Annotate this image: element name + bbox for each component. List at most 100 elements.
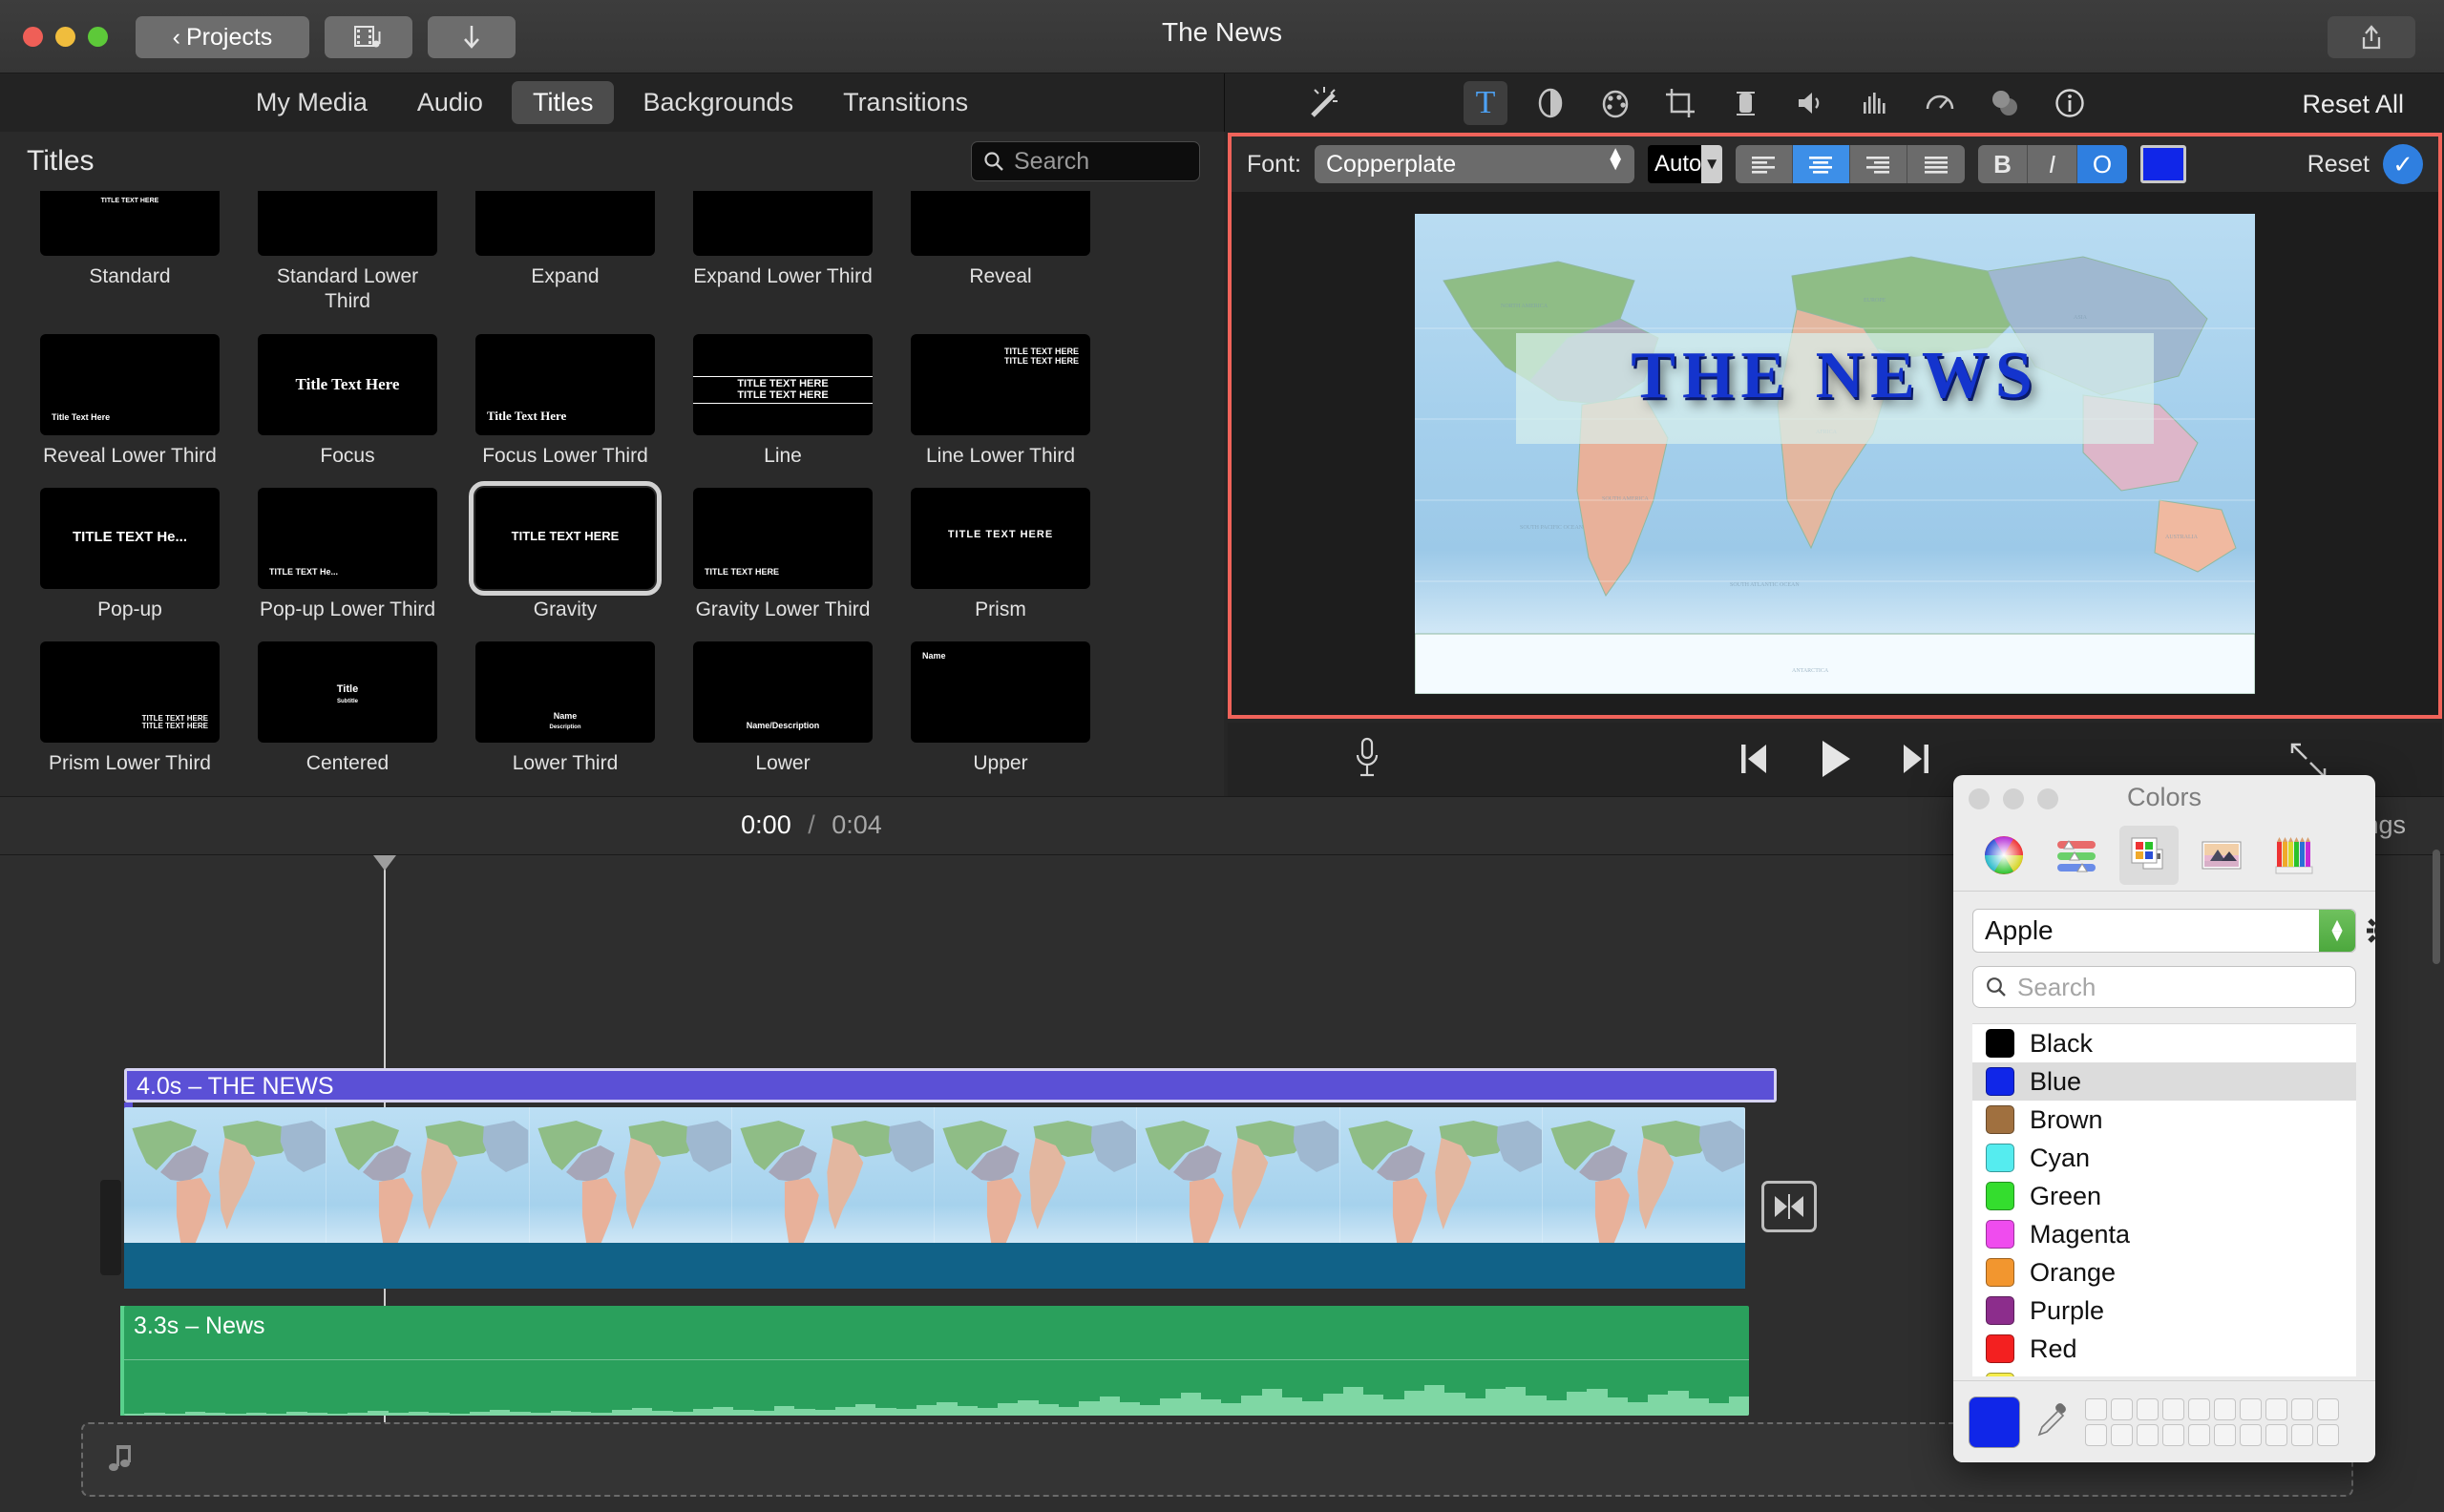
custom-swatch-slots[interactable] xyxy=(2085,1397,2339,1446)
title-thumbnail[interactable]: Title Text Here xyxy=(258,333,437,435)
align-center-button[interactable] xyxy=(1792,145,1850,183)
title-clip[interactable]: 4.0s – THE NEWS xyxy=(124,1068,1777,1102)
color-sliders-tab[interactable] xyxy=(2047,826,2106,885)
align-justify-button[interactable] xyxy=(1907,145,1965,183)
search-input[interactable]: Search xyxy=(971,141,1200,181)
title-item-popup[interactable]: TITLE TEXT He... Pop-up xyxy=(21,487,239,622)
tool-noise-reduction-button[interactable] xyxy=(1853,81,1897,125)
title-item-prism[interactable]: TITLE TEXT HERE Prism xyxy=(892,487,1109,622)
empty-swatch[interactable] xyxy=(2162,1423,2184,1446)
empty-swatch[interactable] xyxy=(2291,1397,2313,1420)
title-item-focus[interactable]: Title Text Here Focus xyxy=(239,333,456,469)
colors-panel[interactable]: Colors Apple ▲ ▼ Search Black Blue Brown… xyxy=(1953,775,2375,1462)
title-item-line[interactable]: TITLE TEXT HERE TITLE TEXT HERE Line xyxy=(674,333,892,469)
color-item-brown[interactable]: Brown xyxy=(1972,1101,2356,1139)
empty-swatch[interactable] xyxy=(2188,1397,2210,1420)
reset-all-button[interactable]: Reset All xyxy=(2302,90,2404,119)
empty-swatch[interactable] xyxy=(2265,1423,2287,1446)
color-item-purple[interactable]: Purple xyxy=(1972,1292,2356,1330)
tool-info-button[interactable] xyxy=(2048,81,2092,125)
title-thumbnail[interactable]: TITLE TEXT HERE xyxy=(40,191,220,256)
title-item-reveal-lower-third[interactable]: Title Text Here Reveal Lower Third xyxy=(21,333,239,469)
title-item-standard[interactable]: TITLE TEXT HERE Standard xyxy=(21,191,239,315)
tab-backgrounds[interactable]: Backgrounds xyxy=(622,81,814,124)
tab-my-media[interactable]: My Media xyxy=(235,81,389,124)
title-thumbnail[interactable] xyxy=(911,191,1090,256)
title-item-gravity-lower-third[interactable]: TITLE TEXT HERE Gravity Lower Third xyxy=(674,487,892,622)
empty-swatch[interactable] xyxy=(2265,1397,2287,1420)
empty-swatch[interactable] xyxy=(2137,1423,2159,1446)
italic-button[interactable]: I xyxy=(2027,145,2077,183)
empty-swatch[interactable] xyxy=(2111,1423,2133,1446)
empty-swatch[interactable] xyxy=(2162,1397,2184,1420)
tool-color-correction-button[interactable] xyxy=(1593,81,1637,125)
align-left-button[interactable] xyxy=(1735,145,1793,183)
color-item-red[interactable]: Red xyxy=(1972,1330,2356,1368)
tab-transitions[interactable]: Transitions xyxy=(822,81,989,124)
reset-button[interactable]: Reset xyxy=(2307,151,2370,178)
palette-stepper-icon[interactable]: ▲ ▼ xyxy=(2319,910,2355,952)
tool-volume-button[interactable] xyxy=(1788,81,1832,125)
video-frame[interactable]: NORTH AMERICASOUTH AMERICA EUROPEAFRICA … xyxy=(1415,213,2255,694)
empty-swatch[interactable] xyxy=(2317,1397,2339,1420)
audio-clip[interactable]: 3.3s – News xyxy=(124,1306,1749,1416)
color-palettes-tab[interactable] xyxy=(2119,826,2179,885)
palette-select[interactable]: Apple ▲ ▼ xyxy=(1972,909,2356,953)
title-thumbnail[interactable]: Title Text Here xyxy=(40,333,220,435)
tool-crop-button[interactable] xyxy=(1658,81,1702,125)
title-item-gravity[interactable]: TITLE TEXT HERE Gravity xyxy=(456,480,674,622)
title-thumbnail-selected[interactable]: TITLE TEXT HERE xyxy=(469,480,662,596)
color-item-black[interactable]: Black xyxy=(1972,1024,2356,1062)
tab-titles[interactable]: Titles xyxy=(511,81,615,124)
skip-to-start-icon[interactable] xyxy=(1738,741,1770,777)
title-thumbnail[interactable]: Name xyxy=(911,641,1090,743)
title-item-line-lower-third[interactable]: TITLE TEXT HERE TITLE TEXT HERE Line Lowe… xyxy=(892,333,1109,469)
colors-maximize-button[interactable] xyxy=(2037,788,2058,809)
color-wheel-tab[interactable] xyxy=(1974,826,2033,885)
title-thumbnail[interactable]: TITLE TEXT HERETITLE TEXT HERE xyxy=(258,191,437,256)
colors-close-button[interactable] xyxy=(1969,788,1990,809)
skip-to-end-icon[interactable] xyxy=(1900,741,1932,777)
color-item-green[interactable]: Green xyxy=(1972,1177,2356,1215)
align-right-button[interactable] xyxy=(1849,145,1907,183)
title-thumbnail[interactable]: Title Text Here xyxy=(475,333,655,435)
title-item-reveal[interactable]: Reveal xyxy=(892,191,1109,315)
tool-titles-button[interactable]: T xyxy=(1464,81,1507,125)
empty-swatch[interactable] xyxy=(2214,1423,2236,1446)
empty-swatch[interactable] xyxy=(2085,1423,2107,1446)
empty-swatch[interactable] xyxy=(2214,1397,2236,1420)
title-thumbnail[interactable]: Name/Description xyxy=(693,641,873,743)
viewer-title-text[interactable]: THE NEWS xyxy=(1415,338,2255,414)
empty-swatch[interactable] xyxy=(2240,1397,2262,1420)
empty-swatch[interactable] xyxy=(2240,1423,2262,1446)
title-item-centered[interactable]: Title Subtitle Centered xyxy=(239,641,456,776)
color-item-magenta[interactable]: Magenta xyxy=(1972,1215,2356,1253)
empty-swatch[interactable] xyxy=(2085,1397,2107,1420)
audio-volume-line[interactable] xyxy=(124,1359,1749,1360)
color-item-cyan[interactable]: Cyan xyxy=(1972,1139,2356,1177)
title-item-focus-lower-third[interactable]: Title Text Here Focus Lower Third xyxy=(456,333,674,469)
title-thumbnail[interactable]: Name Description xyxy=(475,641,655,743)
text-color-swatch[interactable] xyxy=(2139,145,2186,183)
title-thumbnail[interactable]: TITLE TEXT HERETITLE TEXT HERE xyxy=(40,641,220,743)
color-item-orange[interactable]: Orange xyxy=(1972,1253,2356,1292)
colors-minimize-button[interactable] xyxy=(2003,788,2024,809)
colors-search-input[interactable]: Search xyxy=(1972,966,2356,1008)
font-size-select[interactable]: Auto ▼ xyxy=(1647,145,1722,183)
auto-enhance-button[interactable] xyxy=(1303,85,1345,128)
title-item-expand[interactable]: Expand xyxy=(456,191,674,315)
title-item-prism-lower-third[interactable]: TITLE TEXT HERE TITLE TEXT HERE Prism Low… xyxy=(21,641,239,776)
current-color-swatch[interactable] xyxy=(1969,1396,2020,1448)
palette-options-button[interactable] xyxy=(2366,914,2375,952)
title-thumbnail[interactable]: Title Text Here xyxy=(693,191,873,256)
colors-window-controls[interactable] xyxy=(1969,788,2058,809)
play-icon[interactable] xyxy=(1816,738,1854,780)
title-thumbnail[interactable]: Title Subtitle xyxy=(258,641,437,743)
title-item-lower[interactable]: Name/Description Lower xyxy=(674,641,892,776)
tool-speed-button[interactable] xyxy=(1918,81,1962,125)
empty-swatch[interactable] xyxy=(2317,1423,2339,1446)
font-family-select[interactable]: Copperplate ▲ ▼ xyxy=(1314,144,1634,183)
pencils-tab[interactable] xyxy=(2265,826,2324,885)
eyedropper-button[interactable] xyxy=(2033,1400,2072,1443)
empty-swatch[interactable] xyxy=(2291,1423,2313,1446)
